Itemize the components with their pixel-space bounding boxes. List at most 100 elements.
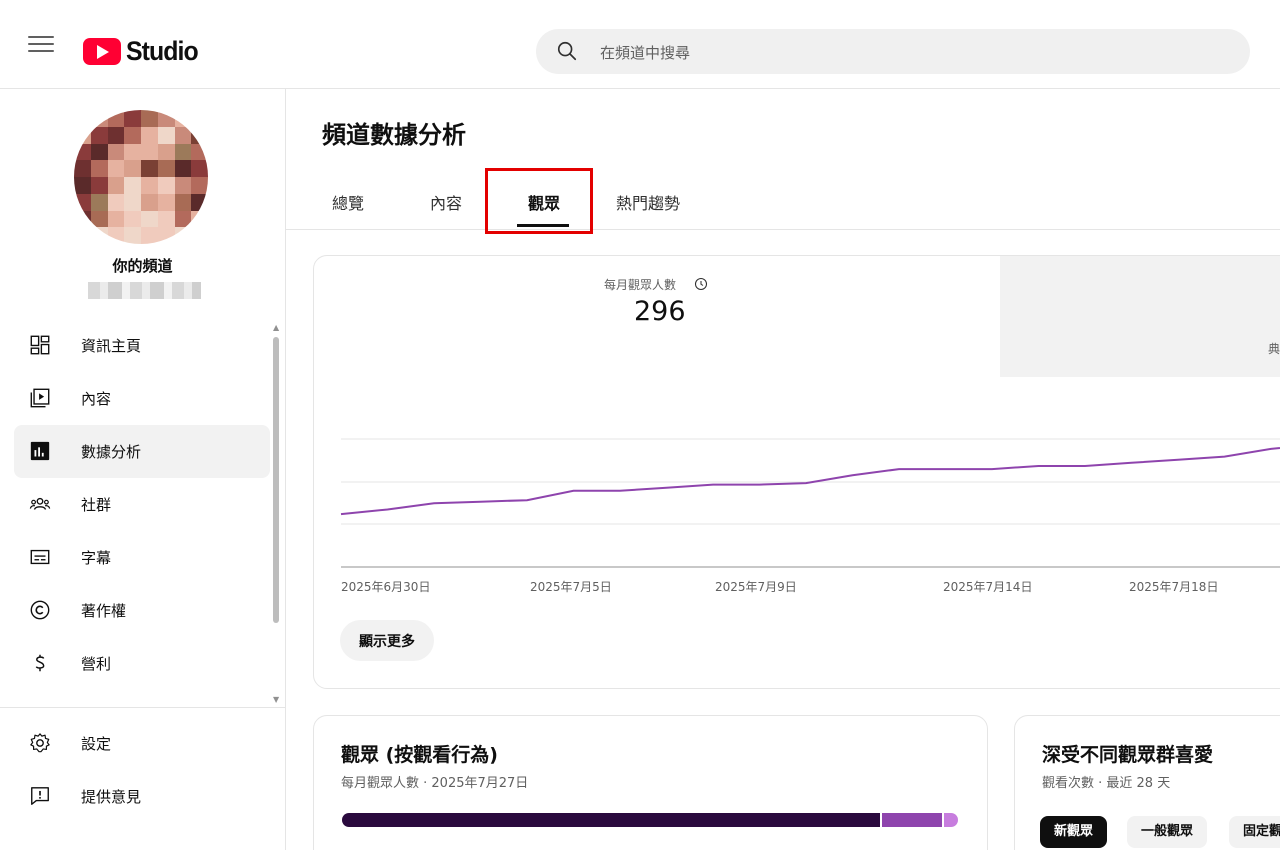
- sidebar: 你的頻道 資訊主頁 內容 數據分析 社群 字幕 著作權 營利 ▲ ▼ 設定 提供…: [0, 89, 286, 850]
- sidebar-item-monetization[interactable]: 營利: [0, 637, 285, 690]
- sidebar-item-label: 設定: [81, 735, 112, 753]
- scroll-up-arrow[interactable]: ▲: [273, 323, 279, 332]
- avatar-pixel: [191, 143, 208, 161]
- avatar-pixel: [74, 126, 91, 144]
- avatar-pixel: [174, 110, 192, 127]
- top-bar: Studio: [0, 0, 1280, 89]
- menu-icon[interactable]: [28, 36, 54, 56]
- avatar-pixel: [157, 126, 175, 144]
- card-subtitle: 每月觀眾人數 · 2025年7月27日: [341, 776, 529, 791]
- avatar-pixel: [124, 210, 141, 228]
- search-bar[interactable]: [536, 29, 1250, 76]
- sidebar-item-content[interactable]: 內容: [0, 372, 285, 425]
- audience-segment-bar[interactable]: [342, 813, 958, 827]
- avatar-pixel: [90, 227, 108, 244]
- clock-info-icon[interactable]: [694, 277, 708, 291]
- analytics-tabs: 總覽 內容 觀眾 熱門趨勢: [286, 177, 1280, 230]
- analytics-icon: [30, 441, 50, 461]
- sidebar-bottom-nav: 設定 提供意見: [0, 717, 285, 823]
- chip-new-viewers[interactable]: 新觀眾: [1040, 816, 1108, 848]
- avatar-pixel: [107, 160, 125, 177]
- avatar-pixel: [141, 193, 158, 211]
- avatar-pixel: [191, 126, 208, 144]
- series-line[interactable]: [340, 444, 1280, 516]
- secondary-metric-panel[interactable]: 典: [1000, 256, 1280, 377]
- avatar-pixel: [74, 160, 91, 177]
- avatar-pixel: [107, 177, 125, 194]
- sidebar-item-label: 資訊主頁: [81, 337, 142, 355]
- show-more-button[interactable]: 顯示更多: [340, 620, 434, 661]
- sidebar-item-settings[interactable]: 設定: [0, 717, 285, 770]
- subtitles-icon: [30, 549, 50, 565]
- avatar-pixel: [141, 110, 158, 127]
- avatar-pixel: [107, 193, 125, 211]
- avatar-pixel: [107, 110, 125, 127]
- x-tick-label: 2025年6月30日: [341, 580, 431, 594]
- avatar-pixel: [191, 193, 208, 211]
- avatar-pixel: [191, 210, 208, 228]
- scroll-down-arrow[interactable]: ▼: [273, 695, 279, 704]
- copyright-icon: [30, 600, 50, 620]
- segment-new: [342, 813, 880, 827]
- sidebar-scrollbar[interactable]: [273, 337, 279, 623]
- avatar-pixel: [141, 177, 158, 194]
- feedback-icon: [31, 787, 49, 805]
- sidebar-item-subtitles[interactable]: 字幕: [0, 531, 285, 584]
- avatar-pixel: [74, 177, 91, 194]
- channel-avatar[interactable]: [74, 110, 208, 244]
- studio-logo[interactable]: Studio: [83, 36, 204, 67]
- channel-handle-redacted: [88, 282, 201, 299]
- avatar-pixel: [191, 177, 208, 194]
- avatar-pixel: [157, 110, 175, 127]
- sidebar-item-community[interactable]: 社群: [0, 478, 285, 531]
- segment-casual: [882, 813, 942, 827]
- avatar-pixel: [124, 126, 141, 144]
- sidebar-item-label: 數據分析: [81, 443, 142, 461]
- tab-content[interactable]: 內容: [430, 190, 462, 214]
- avatar-pixel: [157, 160, 175, 177]
- sidebar-divider: [0, 707, 285, 708]
- chip-regular-viewers[interactable]: 固定觀眾: [1229, 816, 1280, 848]
- card-title: 觀眾 (按觀看行為): [341, 744, 498, 766]
- community-icon: [29, 497, 51, 510]
- search-icon[interactable]: [556, 40, 578, 62]
- sidebar-item-label: 提供意見: [81, 788, 142, 806]
- avatar-pixel: [90, 193, 108, 211]
- card-subtitle: 觀看次數 · 最近 28 天: [1042, 776, 1171, 791]
- sidebar-item-copyright[interactable]: 著作權: [0, 584, 285, 637]
- monetization-icon: [35, 654, 45, 672]
- avatar-pixel: [157, 177, 175, 194]
- tab-trends[interactable]: 熱門趨勢: [616, 190, 680, 214]
- avatar-pixel: [124, 110, 141, 127]
- avatar-pixel: [124, 177, 141, 194]
- avatar-pixel: [191, 160, 208, 177]
- avatar-pixel: [74, 210, 91, 228]
- avatar-pixel: [141, 210, 158, 228]
- channel-title: 你的頻道: [112, 257, 173, 275]
- avatar-pixel: [107, 227, 125, 244]
- avatar-pixel: [174, 193, 192, 211]
- sidebar-item-feedback[interactable]: 提供意見: [0, 770, 285, 823]
- youtube-play-icon: [83, 38, 121, 65]
- sidebar-item-dashboard[interactable]: 資訊主頁: [0, 319, 285, 372]
- avatar-pixel: [157, 227, 175, 244]
- tab-overview[interactable]: 總覽: [332, 190, 364, 214]
- avatar-pixel: [174, 160, 192, 177]
- monthly-audience-card: 每月觀眾人數 296 典 2025年6月30日 2025年7月5日 2025年7…: [313, 255, 1280, 689]
- search-input[interactable]: [598, 29, 1202, 76]
- sidebar-item-analytics[interactable]: 數據分析: [14, 425, 270, 478]
- avatar-pixel: [141, 126, 158, 144]
- avatar-pixel: [124, 160, 141, 177]
- avatar-pixel: [174, 126, 192, 144]
- sidebar-item-label: 營利: [81, 655, 112, 673]
- x-tick-label: 2025年7月18日: [1129, 580, 1219, 594]
- settings-icon: [30, 733, 50, 753]
- avatar-pixel: [174, 227, 192, 244]
- x-tick-label: 2025年7月14日: [943, 580, 1033, 594]
- annotation-highlight-box: [485, 168, 593, 234]
- avatar-pixel: [174, 177, 192, 194]
- avatar-pixel: [191, 110, 208, 127]
- avatar-pixel: [157, 193, 175, 211]
- avatar-pixel: [107, 210, 125, 228]
- chip-casual-viewers[interactable]: 一般觀眾: [1127, 816, 1208, 848]
